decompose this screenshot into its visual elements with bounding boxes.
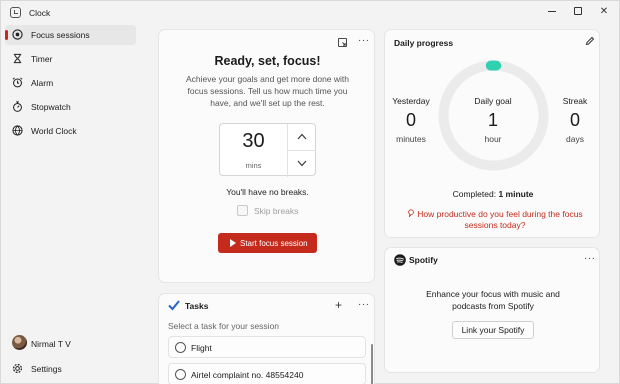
- duration-stepper[interactable]: 30 mins: [219, 123, 316, 177]
- active-indicator: [5, 30, 8, 40]
- completed-value: 1 minute: [498, 189, 534, 199]
- sidebar-item-stopwatch[interactable]: Stopwatch: [5, 97, 136, 117]
- sidebar-item-label: Settings: [31, 364, 62, 374]
- edit-pencil-icon[interactable]: [585, 36, 595, 46]
- tasks-scrollbar[interactable]: [371, 344, 373, 384]
- task-label: Flight: [191, 343, 212, 353]
- feedback-icon: [408, 209, 415, 217]
- completed-summary: Completed: 1 minute: [385, 189, 601, 199]
- streak-stat: Streak 0 days: [553, 96, 597, 144]
- stat-label: Yesterday: [392, 96, 430, 106]
- spotify-brand: Spotify: [409, 255, 438, 265]
- stat-label: Streak: [562, 96, 588, 106]
- tasks-card: Tasks + ··· Select a task for your sessi…: [158, 293, 375, 384]
- stopwatch-icon: [13, 101, 22, 112]
- duration-unit: mins: [245, 161, 262, 170]
- close-icon: ✕: [599, 6, 609, 17]
- maximize-button[interactable]: [568, 5, 588, 19]
- sidebar-item-alarm[interactable]: Alarm: [5, 73, 136, 93]
- clock-app-icon: [10, 7, 21, 18]
- sidebar-item-timer[interactable]: Timer: [5, 49, 136, 69]
- skip-breaks-label: Skip breaks: [254, 206, 299, 216]
- stat-label: Daily goal: [474, 96, 512, 106]
- sidebar-item-label: Focus sessions: [31, 30, 90, 40]
- sidebar-item-label: Stopwatch: [31, 102, 71, 112]
- task-item[interactable]: Airtel complaint no. 48554240: [168, 363, 366, 384]
- task-radio[interactable]: [175, 369, 186, 380]
- sidebar-item-label: World Clock: [31, 126, 77, 136]
- checkbox-box[interactable]: [237, 205, 248, 216]
- avatar: [12, 335, 27, 350]
- compact-overlay-icon[interactable]: [338, 38, 347, 47]
- user-profile[interactable]: Nirmal T V: [5, 334, 136, 354]
- gear-icon: [12, 363, 23, 374]
- focus-description: Achieve your goals and get more done wit…: [185, 74, 349, 108]
- stat-value: 0: [405, 110, 416, 130]
- sidebar-item-world-clock[interactable]: World Clock: [5, 121, 136, 141]
- task-radio[interactable]: [175, 342, 186, 353]
- duration-value[interactable]: 30: [220, 130, 287, 153]
- daily-goal-stat: Daily goal 1 hour: [463, 96, 523, 144]
- chevron-down-icon: [297, 160, 307, 167]
- more-options-icon[interactable]: ···: [358, 300, 370, 310]
- globe-icon: [12, 125, 23, 136]
- close-button[interactable]: ✕: [594, 5, 614, 19]
- increase-duration-button[interactable]: [288, 124, 316, 150]
- task-item[interactable]: Flight: [168, 336, 366, 358]
- start-button-label: Start focus session: [240, 239, 308, 248]
- title-bar: Clock ✕: [1, 1, 620, 23]
- more-options-icon[interactable]: ···: [584, 254, 596, 264]
- add-task-icon[interactable]: +: [335, 298, 342, 312]
- spotify-logo-icon: [394, 254, 406, 266]
- focus-session-card: ··· Ready, set, focus! Achieve your goal…: [158, 29, 375, 283]
- window-title: Clock: [29, 8, 51, 18]
- focus-title: Ready, set, focus!: [214, 54, 321, 68]
- daily-progress-title: Daily progress: [394, 38, 454, 48]
- sidebar-item-settings[interactable]: Settings: [5, 359, 136, 379]
- stat-value: 0: [569, 110, 580, 130]
- task-label: Airtel complaint no. 48554240: [191, 370, 304, 380]
- more-options-icon[interactable]: ···: [358, 36, 370, 46]
- play-icon: [230, 239, 236, 247]
- clock-window: Clock ✕ Focus sessions Timer Alarm Stopw…: [0, 0, 620, 384]
- spotify-card: Spotify ··· Enhance your focus with musi…: [384, 247, 600, 373]
- link-spotify-button[interactable]: Link your Spotify: [452, 321, 534, 339]
- decrease-duration-button[interactable]: [288, 151, 316, 177]
- feedback-text: How productive do you feel during the fo…: [417, 209, 583, 230]
- breaks-info: You'll have no breaks.: [226, 187, 309, 197]
- focus-icon: [12, 29, 23, 40]
- completed-label: Completed:: [452, 189, 497, 199]
- sidebar-item-label: Alarm: [31, 78, 54, 88]
- todo-check-icon: [168, 300, 180, 311]
- timer-icon: [13, 53, 22, 64]
- start-focus-session-button[interactable]: Start focus session: [218, 233, 317, 253]
- tasks-hint: Select a task for your session: [168, 321, 280, 331]
- stat-unit: hour: [484, 134, 502, 144]
- sidebar-item-focus-sessions[interactable]: Focus sessions: [5, 25, 136, 45]
- user-name: Nirmal T V: [31, 339, 71, 349]
- alarm-icon: [12, 77, 23, 88]
- stat-value: 1: [487, 110, 498, 130]
- minimize-icon: [548, 10, 556, 12]
- chevron-up-icon: [297, 133, 307, 140]
- stat-unit: days: [566, 134, 584, 144]
- spotify-description: Enhance your focus with music and podcas…: [426, 289, 560, 311]
- daily-progress-card: Daily progress Yesterday 0 minutes Daily…: [384, 29, 600, 238]
- productivity-feedback-link[interactable]: How productive do you feel during the fo…: [403, 209, 587, 231]
- minimize-button[interactable]: [542, 5, 562, 19]
- yesterday-stat: Yesterday 0 minutes: [388, 96, 434, 144]
- stat-unit: minutes: [396, 134, 426, 144]
- tasks-title: Tasks: [185, 301, 209, 311]
- sidebar-item-label: Timer: [31, 54, 53, 64]
- maximize-icon: [574, 7, 582, 16]
